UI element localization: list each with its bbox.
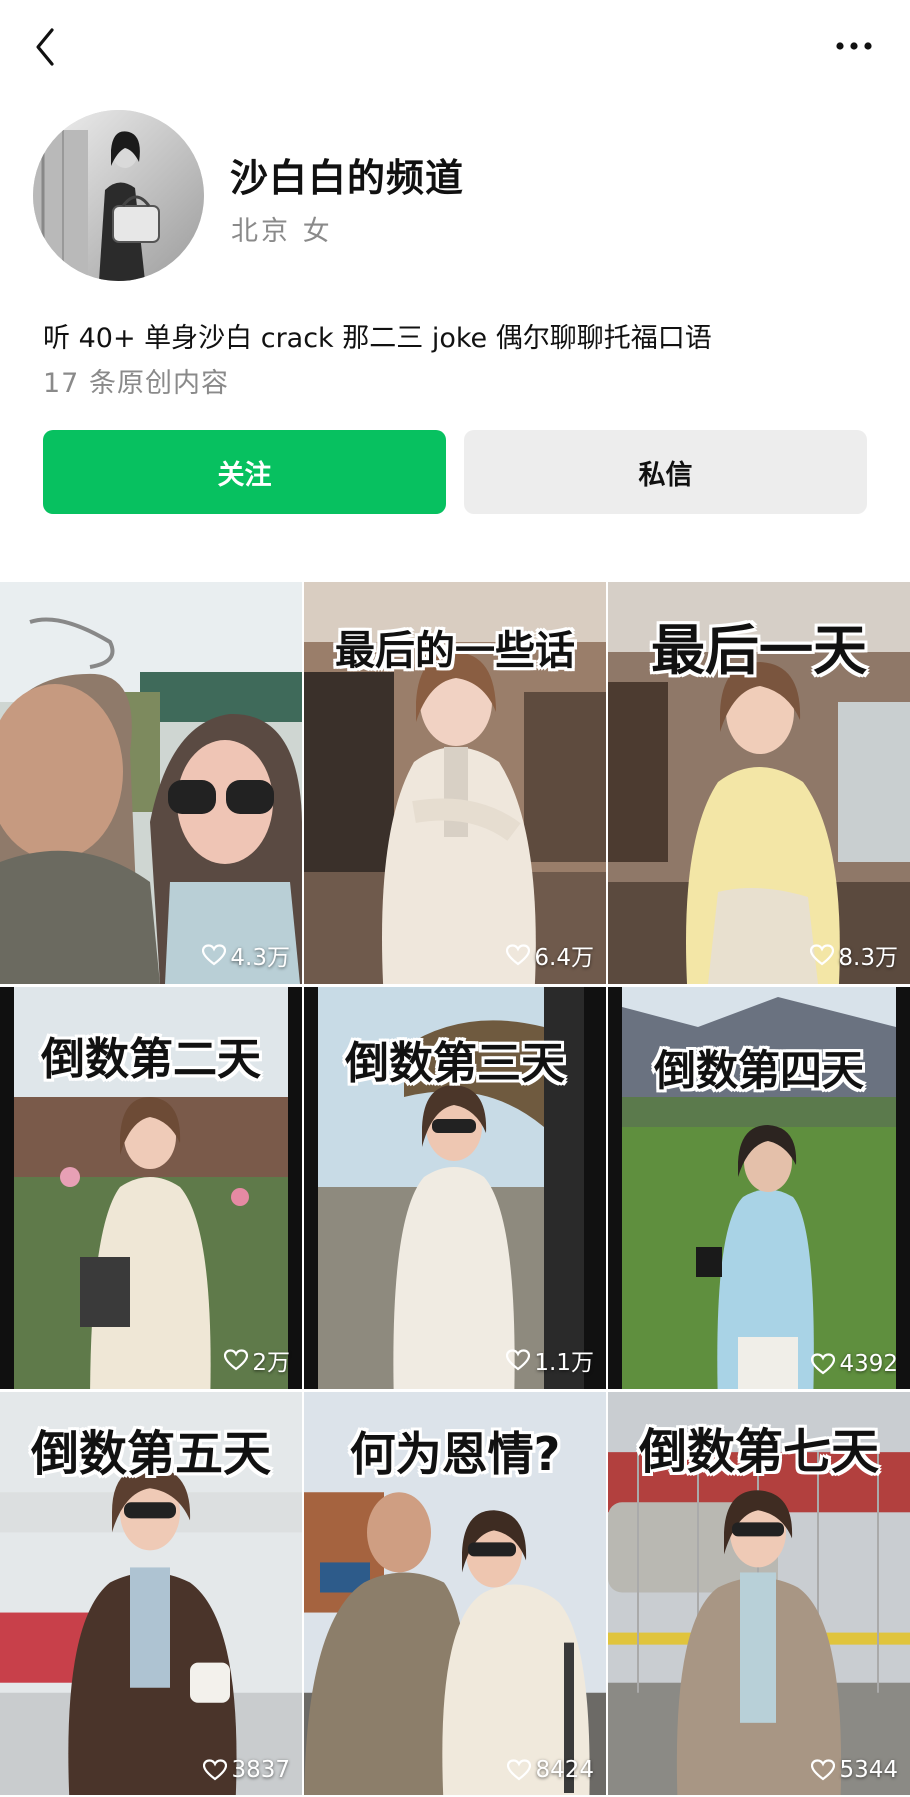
like-count: 4392 [811,1351,898,1377]
like-count-value: 6.4万 [534,945,594,971]
video-caption: 倒数第三天 [345,1038,565,1089]
video-caption: 倒数第四天 [653,1046,864,1095]
video-tile[interactable]: 倒数第七天 5344 [608,1392,910,1795]
chevron-left-icon [36,28,54,66]
more-horizontal-icon [836,42,872,50]
video-tile[interactable]: 何为恩情? 8424 [304,1392,606,1795]
heart-icon [811,1759,836,1781]
heart-icon [224,1349,249,1371]
like-count-value: 2万 [252,1350,290,1376]
like-count: 5344 [811,1757,898,1783]
heart-icon [203,1759,228,1781]
video-caption: 最后一天 [651,619,867,682]
video-tile[interactable]: 最后一天 8.3万 [608,582,910,984]
avatar[interactable] [33,110,204,281]
heart-icon [506,944,531,966]
video-tile[interactable]: 倒数第五天 3837 [0,1392,302,1795]
message-button[interactable]: 私信 [464,430,867,514]
heart-icon [507,1759,532,1781]
heart-icon [506,1349,531,1371]
heart-icon [811,1353,836,1375]
video-tile[interactable]: 倒数第二天 2万 [0,987,302,1389]
top-bar [0,0,910,95]
back-button[interactable] [28,22,68,72]
video-caption: 倒数第二天 [41,1034,261,1085]
like-count: 1.1万 [506,1343,594,1377]
video-thumbnail [0,582,302,984]
like-count-value: 8424 [535,1757,594,1783]
like-count: 2万 [224,1343,290,1377]
like-count-value: 3837 [231,1757,290,1783]
like-count-value: 1.1万 [534,1350,594,1376]
like-count: 6.4万 [506,938,594,972]
video-tile[interactable]: 倒数第四天 4392 [608,987,910,1389]
video-tile[interactable]: 最后的一些话 6.4万 [304,582,606,984]
like-count: 3837 [203,1757,290,1783]
content-count: 17 条原创内容 [43,368,229,399]
like-count: 8.3万 [810,938,898,972]
like-count-value: 5344 [839,1757,898,1783]
like-count: 4.3万 [202,938,290,972]
video-tile[interactable]: 4.3万 [0,582,302,984]
like-count-value: 4.3万 [230,945,290,971]
channel-bio: 听 40+ 单身沙白 crack 那二三 joke 偶尔聊聊托福口语 [43,323,712,354]
more-button[interactable] [826,28,882,64]
video-caption: 倒数第五天 [30,1426,271,1482]
video-caption: 倒数第七天 [638,1424,879,1480]
video-tile[interactable]: 倒数第三天 1.1万 [304,987,606,1389]
follow-button[interactable]: 关注 [43,430,446,514]
heart-icon [202,944,227,966]
like-count: 8424 [507,1757,594,1783]
like-count-value: 4392 [839,1351,898,1377]
channel-name: 沙白白的频道 [230,156,465,200]
video-caption: 最后的一些话 [335,628,575,674]
video-grid: 4.3万 最后的一些话 6.4万 最后一天 8.3万 倒数第二天 2万 倒数第三… [0,582,910,1797]
video-caption: 何为恩情? [349,1427,561,1481]
heart-icon [810,944,835,966]
location-gender: 北京 女 [231,216,333,247]
like-count-value: 8.3万 [838,945,898,971]
